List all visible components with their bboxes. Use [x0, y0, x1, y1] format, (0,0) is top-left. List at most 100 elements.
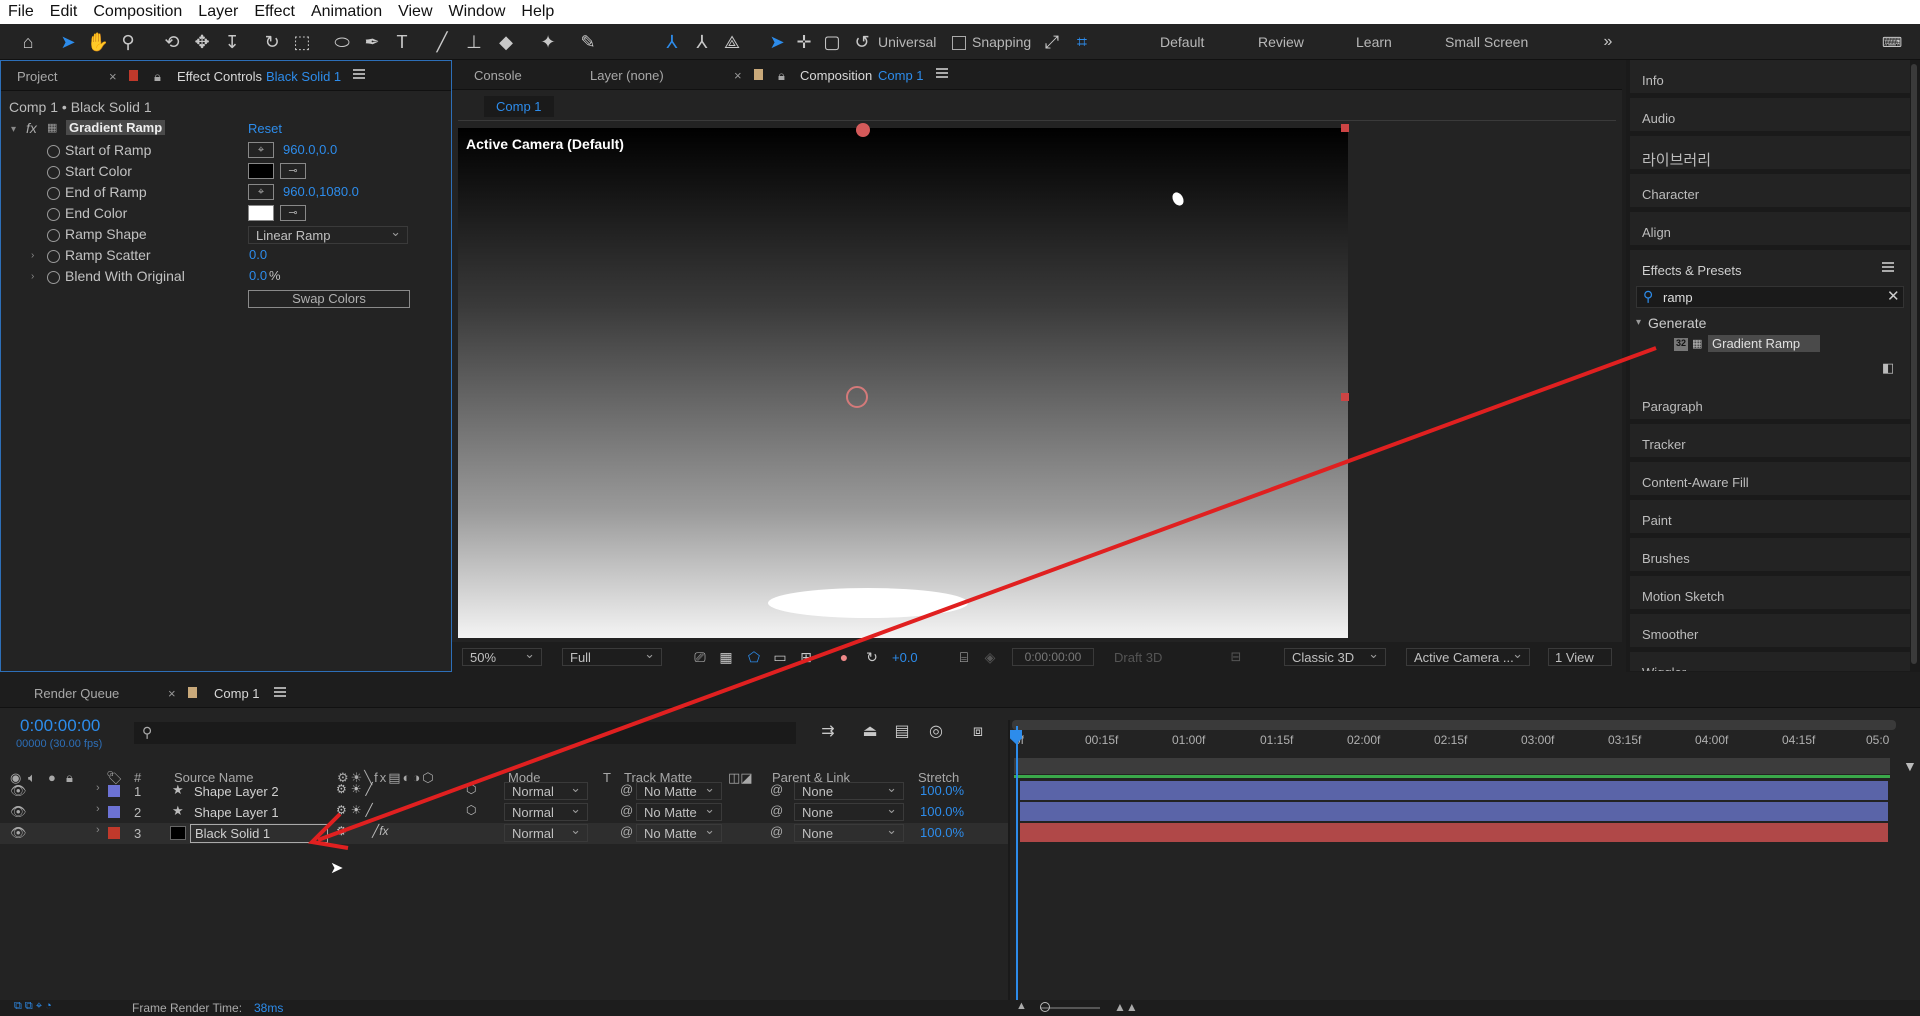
info-panel[interactable]: Info	[1630, 60, 1910, 94]
expand-icon[interactable]: ›	[31, 250, 34, 261]
eye-icon[interactable]: 👁︎	[10, 825, 27, 841]
lock-icon[interactable]: 🔒︎	[778, 68, 785, 84]
end-of-ramp-value[interactable]: 960.0,1080.0	[283, 184, 359, 199]
layer-handle[interactable]	[1341, 393, 1349, 401]
clone-stamp-icon[interactable]: ⊥	[462, 30, 486, 54]
grid-icon[interactable]: ⊞	[794, 645, 818, 669]
home-icon[interactable]: ⌂	[16, 30, 40, 54]
pick-whip-icon[interactable]: @	[770, 782, 783, 797]
tab-comp-1[interactable]: Comp 1	[214, 686, 260, 701]
audio-panel[interactable]: Audio	[1630, 98, 1910, 132]
breadcrumb[interactable]: Comp 1	[484, 96, 554, 117]
more-workspaces-icon[interactable]: »	[1596, 30, 1620, 54]
ramp-shape-dropdown[interactable]: Linear Ramp	[248, 224, 408, 244]
parent-dropdown[interactable]: None	[794, 780, 904, 800]
graph-editor-icon[interactable]: ⧈	[966, 720, 990, 744]
layer-label-color[interactable]	[108, 827, 120, 839]
crosshair-icon[interactable]: ⌖	[248, 184, 274, 200]
layer-switches[interactable]: ⚙☀╱	[336, 782, 377, 796]
stopwatch-icon[interactable]	[47, 208, 60, 221]
draft-3d-toggle[interactable]: Draft 3D	[1114, 650, 1162, 665]
collapse-effect-icon[interactable]: ▾	[11, 124, 16, 135]
menu-edit[interactable]: Edit	[50, 3, 78, 21]
snapping-checkbox[interactable]	[952, 36, 966, 50]
3d-select-icon[interactable]: ➤	[765, 30, 789, 54]
panel-menu-icon[interactable]	[274, 687, 286, 697]
stopwatch-icon[interactable]	[47, 166, 60, 179]
world-axis-icon[interactable]: ⅄	[690, 30, 714, 54]
menu-layer[interactable]: Layer	[198, 3, 238, 21]
layer-duration-bar[interactable]	[1020, 802, 1888, 821]
exposure-value[interactable]: +0.0	[892, 650, 918, 665]
camera-view-dropdown[interactable]: Active Camera ...	[1406, 646, 1530, 666]
zoom-slider-thumb[interactable]	[1040, 1002, 1050, 1012]
workspace-small-screen[interactable]: Small Screen	[1445, 34, 1528, 50]
zoom-out-icon[interactable]: ▲	[1016, 1000, 1027, 1012]
layer-switches[interactable]: ⚙	[336, 824, 347, 838]
3d-ground-plane-icon[interactable]: ⊟	[1224, 645, 1248, 669]
resolution-dropdown[interactable]: Full	[562, 646, 662, 666]
effect-result-gradient-ramp[interactable]: Gradient Ramp	[1708, 335, 1820, 352]
zoom-dropdown[interactable]: 50%	[462, 646, 542, 666]
matte-link-icon[interactable]: @	[620, 824, 633, 839]
tab-effect-controls[interactable]: Effect Controls	[177, 69, 262, 84]
composition-mini-flowchart-icon[interactable]: ⇉	[816, 720, 840, 744]
menu-view[interactable]: View	[398, 3, 432, 21]
white-ellipse-shape[interactable]	[768, 588, 968, 618]
workspace-review[interactable]: Review	[1258, 34, 1304, 50]
collapse-category-icon[interactable]: ▾	[1636, 317, 1641, 328]
current-timecode[interactable]: 0:00:00:00	[20, 716, 100, 736]
expand-layer-icon[interactable]: ›	[96, 803, 100, 815]
mode-dropdown[interactable]: Normal	[504, 801, 588, 821]
renderer-dropdown[interactable]: Classic 3D	[1284, 646, 1386, 666]
eye-icon[interactable]: 👁︎	[10, 783, 27, 799]
3d-scale-icon[interactable]: ▢	[820, 30, 844, 54]
ramp-scatter-value[interactable]: 0.0	[249, 247, 267, 262]
expand-layer-icon[interactable]: ›	[96, 824, 100, 836]
mode-dropdown[interactable]: Normal	[504, 822, 588, 842]
clear-search-icon[interactable]: ✕	[1887, 287, 1900, 305]
stopwatch-icon[interactable]	[47, 229, 60, 242]
pick-whip-icon[interactable]: @	[770, 824, 783, 839]
layer-handle[interactable]	[1341, 124, 1349, 132]
panel-menu-icon[interactable]	[936, 68, 948, 78]
effects-presets-title[interactable]: Effects & Presets	[1642, 263, 1741, 278]
status-icons[interactable]: ⧉ ⧉ ⌖ ◔	[14, 1000, 52, 1013]
expand-layer-icon[interactable]: ›	[96, 782, 100, 794]
layer-name[interactable]: Shape Layer 2	[194, 784, 279, 799]
3d-move-icon[interactable]: ✛	[792, 30, 816, 54]
composition-tab-name[interactable]: Comp 1	[878, 68, 924, 83]
snapshot-icon[interactable]: ⌸	[952, 645, 976, 669]
layer-duration-bar[interactable]	[1020, 823, 1888, 842]
scrollbar-thumb[interactable]	[1911, 64, 1917, 664]
eyedropper-icon[interactable]: ⊸	[280, 205, 306, 221]
fx-switch[interactable]: ╱fx	[372, 824, 389, 838]
mode-dropdown[interactable]: Normal	[504, 780, 588, 800]
reset-link[interactable]: Reset	[248, 121, 282, 136]
right-scrollbar[interactable]	[1910, 60, 1918, 672]
motion-sketch-panel[interactable]: Motion Sketch	[1630, 576, 1910, 610]
zoom-in-icon[interactable]: ▲▲	[1114, 1000, 1138, 1014]
menu-animation[interactable]: Animation	[311, 3, 382, 21]
ellipse-tool-icon[interactable]: ⬭	[330, 30, 354, 54]
new-preset-icon[interactable]: ◧	[1882, 360, 1894, 376]
stopwatch-icon[interactable]	[47, 250, 60, 263]
keyboard-icon[interactable]: ⌨	[1880, 30, 1904, 54]
composition-canvas[interactable]: Active Camera (Default)	[458, 123, 1349, 638]
transparency-grid-icon[interactable]: ▦	[714, 645, 738, 669]
tab-composition[interactable]: Composition	[800, 68, 872, 83]
eye-icon[interactable]: 👁︎	[10, 804, 27, 820]
roto-brush-icon[interactable]: ✦	[536, 30, 560, 54]
matte-link-icon[interactable]: @	[620, 782, 633, 797]
menu-file[interactable]: File	[8, 3, 34, 21]
orbit-camera-icon[interactable]: ⟲	[160, 30, 184, 54]
hand-tool-icon[interactable]: ✋	[86, 30, 110, 54]
eraser-tool-icon[interactable]: ◆	[494, 30, 518, 54]
crosshair-icon[interactable]: ⌖	[248, 142, 274, 158]
comp-button-icon[interactable]: ▼	[1903, 758, 1917, 774]
selection-tool-icon[interactable]: ➤	[56, 30, 80, 54]
tab-layer[interactable]: Layer (none)	[590, 68, 664, 83]
effect-name[interactable]: Gradient Ramp	[66, 120, 166, 135]
align-panel[interactable]: Align	[1630, 212, 1910, 246]
close-tab-icon[interactable]: ×	[168, 686, 176, 701]
